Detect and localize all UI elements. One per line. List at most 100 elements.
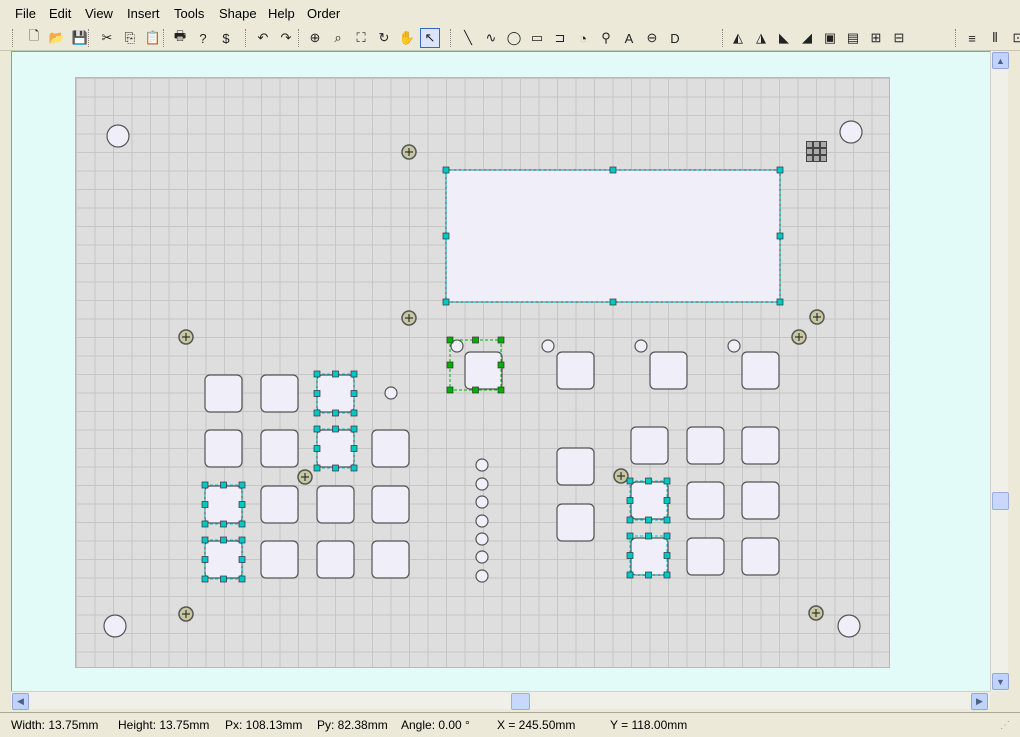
selection-handle[interactable] — [350, 425, 358, 433]
led-hole[interactable] — [475, 477, 489, 491]
scroll-up-button[interactable]: ▲ — [992, 52, 1009, 69]
led-hole[interactable] — [475, 532, 489, 546]
selection-handle[interactable] — [313, 409, 321, 417]
display-window-cutout[interactable] — [445, 169, 781, 303]
scroll-left-button[interactable]: ◀ — [12, 693, 29, 710]
key-cutout[interactable] — [686, 481, 725, 520]
selection-handle[interactable] — [609, 298, 617, 306]
scroll-down-button[interactable]: ▼ — [992, 673, 1009, 690]
selection-handle[interactable] — [238, 520, 246, 528]
selection-handle[interactable] — [645, 477, 652, 485]
scroll-right-button[interactable]: ▶ — [971, 693, 988, 710]
key-cutout[interactable] — [686, 537, 725, 576]
selection-handle[interactable] — [313, 370, 321, 378]
led-hole[interactable] — [541, 339, 555, 353]
selection-handle[interactable] — [663, 497, 671, 504]
key-cutout[interactable] — [556, 351, 595, 390]
grid-marker-cell[interactable] — [821, 156, 826, 161]
selection-handle[interactable] — [446, 386, 454, 394]
key-cutout[interactable] — [741, 426, 780, 465]
grid-marker-cell[interactable] — [807, 149, 812, 154]
selection-handle[interactable] — [238, 536, 246, 544]
selection-handle[interactable] — [776, 298, 784, 306]
key-cutout[interactable] — [204, 540, 243, 579]
grid-marker-cell[interactable] — [814, 156, 819, 161]
key-cutout[interactable] — [371, 540, 410, 579]
key-cutout[interactable] — [316, 485, 355, 524]
selection-handle[interactable] — [313, 445, 321, 452]
selection-handle[interactable] — [626, 497, 634, 504]
selection-handle[interactable] — [238, 575, 246, 583]
selection-handle[interactable] — [201, 501, 209, 508]
selection-handle[interactable] — [446, 361, 454, 369]
selection-handle[interactable] — [626, 516, 634, 524]
led-hole[interactable] — [634, 339, 648, 353]
selection-handle[interactable] — [332, 409, 339, 417]
resize-grip-icon[interactable]: ⋰ — [1000, 720, 1014, 734]
selection-handle[interactable] — [472, 336, 479, 344]
selection-handle[interactable] — [238, 501, 246, 508]
key-cutout[interactable] — [741, 351, 780, 390]
selection-handle[interactable] — [497, 336, 505, 344]
led-hole[interactable] — [475, 550, 489, 564]
selection-handle[interactable] — [663, 477, 671, 485]
key-cutout[interactable] — [630, 481, 669, 520]
selection-handle[interactable] — [350, 409, 358, 417]
corner-mount-hole[interactable] — [106, 124, 130, 148]
selection-handle[interactable] — [663, 571, 671, 579]
key-cutout[interactable] — [464, 351, 503, 390]
selection-handle[interactable] — [776, 166, 784, 174]
selection-handle[interactable] — [663, 516, 671, 524]
selection-handle[interactable] — [220, 536, 227, 544]
selection-handle[interactable] — [201, 556, 209, 563]
grid-marker-cell[interactable] — [821, 142, 826, 147]
key-cutout[interactable] — [316, 429, 355, 468]
selection-handle[interactable] — [350, 464, 358, 472]
selection-handle[interactable] — [350, 445, 358, 452]
selection-handle[interactable] — [332, 425, 339, 433]
selection-handle[interactable] — [442, 166, 450, 174]
key-cutout[interactable] — [371, 429, 410, 468]
selection-handle[interactable] — [645, 532, 652, 540]
selection-handle[interactable] — [626, 532, 634, 540]
selection-handle[interactable] — [442, 298, 450, 306]
key-cutout[interactable] — [260, 374, 299, 413]
selection-handle[interactable] — [238, 556, 246, 563]
key-cutout[interactable] — [630, 426, 669, 465]
horizontal-scroll-thumb[interactable] — [511, 693, 530, 710]
key-cutout[interactable] — [741, 537, 780, 576]
led-hole[interactable] — [384, 386, 398, 400]
corner-mount-hole[interactable] — [839, 120, 863, 144]
selection-handle[interactable] — [332, 464, 339, 472]
selection-handle[interactable] — [238, 481, 246, 489]
selection-handle[interactable] — [220, 520, 227, 528]
grid-marker-cell[interactable] — [821, 149, 826, 154]
selection-handle[interactable] — [350, 390, 358, 397]
key-cutout[interactable] — [204, 429, 243, 468]
selection-handle[interactable] — [313, 390, 321, 397]
key-cutout[interactable] — [556, 503, 595, 542]
key-cutout[interactable] — [741, 481, 780, 520]
vertical-scrollbar[interactable]: ▲ ▼ — [990, 51, 1009, 691]
key-cutout[interactable] — [204, 485, 243, 524]
corner-mount-hole[interactable] — [103, 614, 127, 638]
selection-handle[interactable] — [332, 370, 339, 378]
led-hole[interactable] — [475, 495, 489, 509]
key-cutout[interactable] — [686, 426, 725, 465]
selection-handle[interactable] — [220, 575, 227, 583]
selection-handle[interactable] — [497, 386, 505, 394]
selection-handle[interactable] — [626, 477, 634, 485]
key-cutout[interactable] — [630, 537, 669, 576]
selection-handle[interactable] — [663, 532, 671, 540]
selection-handle[interactable] — [626, 571, 634, 579]
key-cutout[interactable] — [260, 429, 299, 468]
grid-marker-cell[interactable] — [807, 156, 812, 161]
selection-handle[interactable] — [609, 166, 617, 174]
selection-handle[interactable] — [220, 481, 227, 489]
key-cutout[interactable] — [316, 540, 355, 579]
selection-handle[interactable] — [313, 464, 321, 472]
selection-handle[interactable] — [201, 520, 209, 528]
selection-handle[interactable] — [313, 425, 321, 433]
selection-handle[interactable] — [497, 361, 505, 369]
selection-handle[interactable] — [626, 552, 634, 559]
